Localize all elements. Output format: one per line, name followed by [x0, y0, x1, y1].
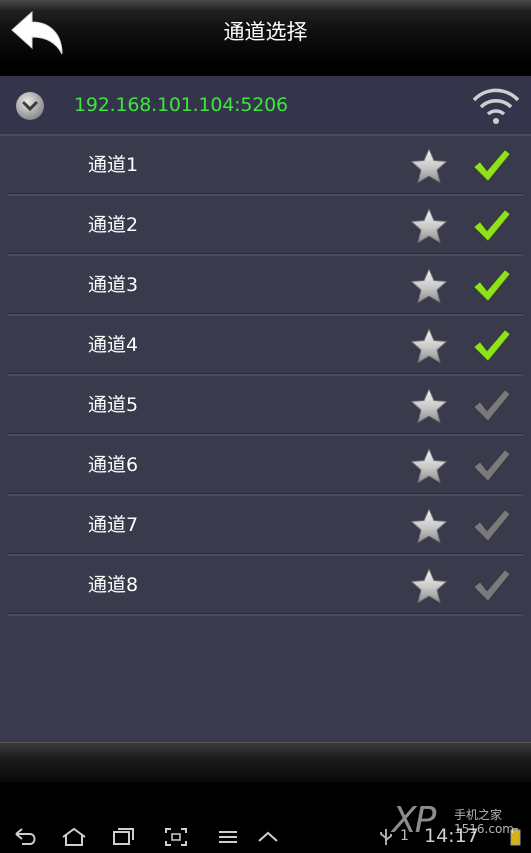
- title-bar: 通道选择: [0, 0, 531, 65]
- check-icon[interactable]: [470, 506, 512, 546]
- check-icon[interactable]: [470, 386, 512, 426]
- check-icon[interactable]: [470, 326, 512, 366]
- server-row[interactable]: 192.168.101.104:5206: [0, 76, 531, 136]
- star-icon[interactable]: [409, 506, 449, 546]
- watermark-subtitle: 手机之家: [454, 808, 503, 822]
- check-icon[interactable]: [470, 566, 512, 606]
- check-icon[interactable]: [470, 266, 512, 306]
- channel-label: 通道8: [88, 574, 139, 596]
- star-icon[interactable]: [409, 386, 449, 426]
- star-icon[interactable]: [409, 206, 449, 246]
- chevron-down-icon[interactable]: [14, 90, 46, 122]
- channel-label: 通道2: [88, 214, 139, 236]
- channel-list: 通道1 通道2 通道3 通道4 通道5 通道6 通道7 通道8: [0, 136, 531, 616]
- channel-row-1[interactable]: 通道1: [0, 136, 531, 196]
- check-icon[interactable]: [470, 146, 512, 186]
- channel-label: 通道3: [88, 274, 139, 296]
- check-icon[interactable]: [470, 446, 512, 486]
- server-address: 192.168.101.104:5206: [74, 94, 288, 116]
- channel-label: 通道6: [88, 454, 139, 476]
- star-icon[interactable]: [409, 446, 449, 486]
- page-title: 通道选择: [223, 20, 308, 44]
- chevron-up-icon[interactable]: [254, 826, 282, 848]
- channel-label: 通道7: [88, 514, 139, 536]
- check-icon[interactable]: [470, 206, 512, 246]
- home-icon[interactable]: [60, 826, 88, 848]
- watermark-brand: XP: [392, 800, 436, 841]
- channel-row-7[interactable]: 通道7: [0, 496, 531, 556]
- channel-row-5[interactable]: 通道5: [0, 376, 531, 436]
- star-icon[interactable]: [409, 326, 449, 366]
- channel-row-6[interactable]: 通道6: [0, 436, 531, 496]
- channel-label: 通道1: [88, 154, 139, 176]
- channel-row-8[interactable]: 通道8: [0, 556, 531, 616]
- star-icon[interactable]: [409, 266, 449, 306]
- channel-label: 通道4: [88, 334, 139, 356]
- channel-row-3[interactable]: 通道3: [0, 256, 531, 316]
- channel-label: 通道5: [88, 394, 139, 416]
- screenshot-icon[interactable]: [162, 826, 190, 848]
- star-icon[interactable]: [409, 566, 449, 606]
- bottom-toolbar: [0, 742, 531, 783]
- wifi-icon: [472, 88, 520, 124]
- recent-apps-icon[interactable]: [110, 826, 138, 848]
- watermark: XP 手机之家 1516.com: [392, 800, 526, 846]
- watermark-url: 1516.com: [454, 822, 514, 836]
- channel-row-2[interactable]: 通道2: [0, 196, 531, 256]
- star-icon[interactable]: [409, 146, 449, 186]
- channel-row-4[interactable]: 通道4: [0, 316, 531, 376]
- back-icon[interactable]: [12, 826, 40, 848]
- menu-icon[interactable]: [214, 826, 242, 848]
